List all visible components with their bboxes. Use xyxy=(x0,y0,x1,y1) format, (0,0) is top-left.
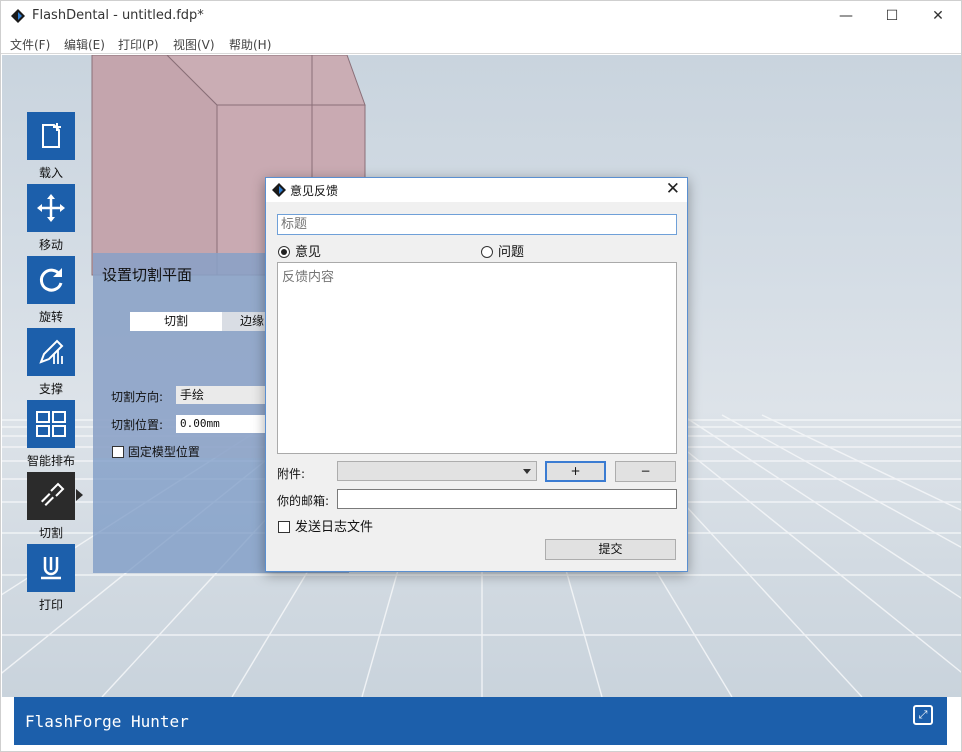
radio-dot-selected[interactable] xyxy=(278,246,290,258)
print-icon xyxy=(36,553,66,583)
close-button[interactable]: ✕ xyxy=(915,1,961,32)
checkbox-box[interactable] xyxy=(278,521,290,533)
cut-direction-label: 切割方向: xyxy=(111,388,163,405)
menu-file[interactable]: 文件(F) xyxy=(10,36,50,53)
tool-move[interactable]: 移动 xyxy=(26,184,76,253)
dialog-title-bar: 意见反馈 ✕ xyxy=(266,178,687,202)
active-indicator-arrow xyxy=(76,489,83,501)
menu-help[interactable]: 帮助(H) xyxy=(229,36,271,53)
printer-name: FlashForge Hunter xyxy=(25,712,189,731)
tool-rotate[interactable]: 旋转 xyxy=(26,256,76,325)
app-window: FlashDental - untitled.fdp* — ☐ ✕ 文件(F) … xyxy=(0,0,962,752)
tool-cut[interactable]: 切割 xyxy=(26,472,76,541)
checkbox-box[interactable] xyxy=(112,446,124,458)
connection-link-icon[interactable]: ⤢ xyxy=(913,705,933,725)
maximize-button[interactable]: ☐ xyxy=(869,1,915,32)
title-bar: FlashDental - untitled.fdp* — ☐ ✕ xyxy=(1,1,961,32)
rotate-icon xyxy=(36,265,66,295)
app-logo-icon xyxy=(11,9,25,23)
move-arrows-icon xyxy=(36,193,66,223)
tool-load[interactable]: 载入 xyxy=(26,112,76,181)
dialog-close-button[interactable]: ✕ xyxy=(666,179,680,199)
minimize-button[interactable]: — xyxy=(823,1,869,32)
attachment-label: 附件: xyxy=(277,465,305,482)
dialog-title: 意见反馈 xyxy=(290,182,338,199)
attachment-select[interactable] xyxy=(337,461,537,481)
radio-problem[interactable]: 问题 xyxy=(481,241,524,260)
cut-direction-select[interactable]: 手绘 xyxy=(176,386,266,404)
feedback-title-input[interactable] xyxy=(277,214,677,235)
menu-view[interactable]: 视图(V) xyxy=(173,36,215,53)
panel-title: 设置切割平面 xyxy=(102,264,192,285)
cut-position-input[interactable]: 0.00mm xyxy=(176,415,266,433)
tool-smart-layout[interactable]: 智能排布 xyxy=(26,400,76,469)
app-logo-icon xyxy=(272,183,286,197)
grid-layout-icon xyxy=(35,410,67,438)
tab-cut[interactable]: 切割 xyxy=(130,312,222,331)
fix-model-checkbox[interactable]: 固定模型位置 xyxy=(112,443,200,460)
chevron-down-icon xyxy=(523,469,531,474)
feedback-content-textarea[interactable] xyxy=(277,262,677,454)
submit-button[interactable]: 提交 xyxy=(545,539,676,560)
menu-edit[interactable]: 编辑(E) xyxy=(64,36,105,53)
radio-opinion[interactable]: 意见 xyxy=(278,241,321,260)
radio-dot[interactable] xyxy=(481,246,493,258)
new-file-icon xyxy=(37,122,65,150)
support-pencil-icon xyxy=(36,337,66,367)
menu-bar: 文件(F) 编辑(E) 打印(P) 视图(V) 帮助(H) xyxy=(1,32,961,54)
feedback-dialog: 意见反馈 ✕ 意见 问题 附件: + − 你的邮箱: 发送日志文件 提交 xyxy=(265,177,688,572)
cut-position-label: 切割位置: xyxy=(111,416,163,433)
send-log-checkbox[interactable]: 发送日志文件 xyxy=(278,516,373,535)
cut-icon xyxy=(36,481,66,511)
tool-print[interactable]: 打印 xyxy=(26,544,76,613)
menu-print[interactable]: 打印(P) xyxy=(118,36,159,53)
remove-attachment-button[interactable]: − xyxy=(615,461,676,482)
window-title: FlashDental - untitled.fdp* xyxy=(32,8,204,23)
add-attachment-button[interactable]: + xyxy=(545,461,606,482)
tool-support[interactable]: 支撑 xyxy=(26,328,76,397)
email-label: 你的邮箱: xyxy=(277,492,329,509)
email-field[interactable] xyxy=(337,489,677,509)
printer-status-bar: FlashForge Hunter ⤢ xyxy=(14,697,947,745)
